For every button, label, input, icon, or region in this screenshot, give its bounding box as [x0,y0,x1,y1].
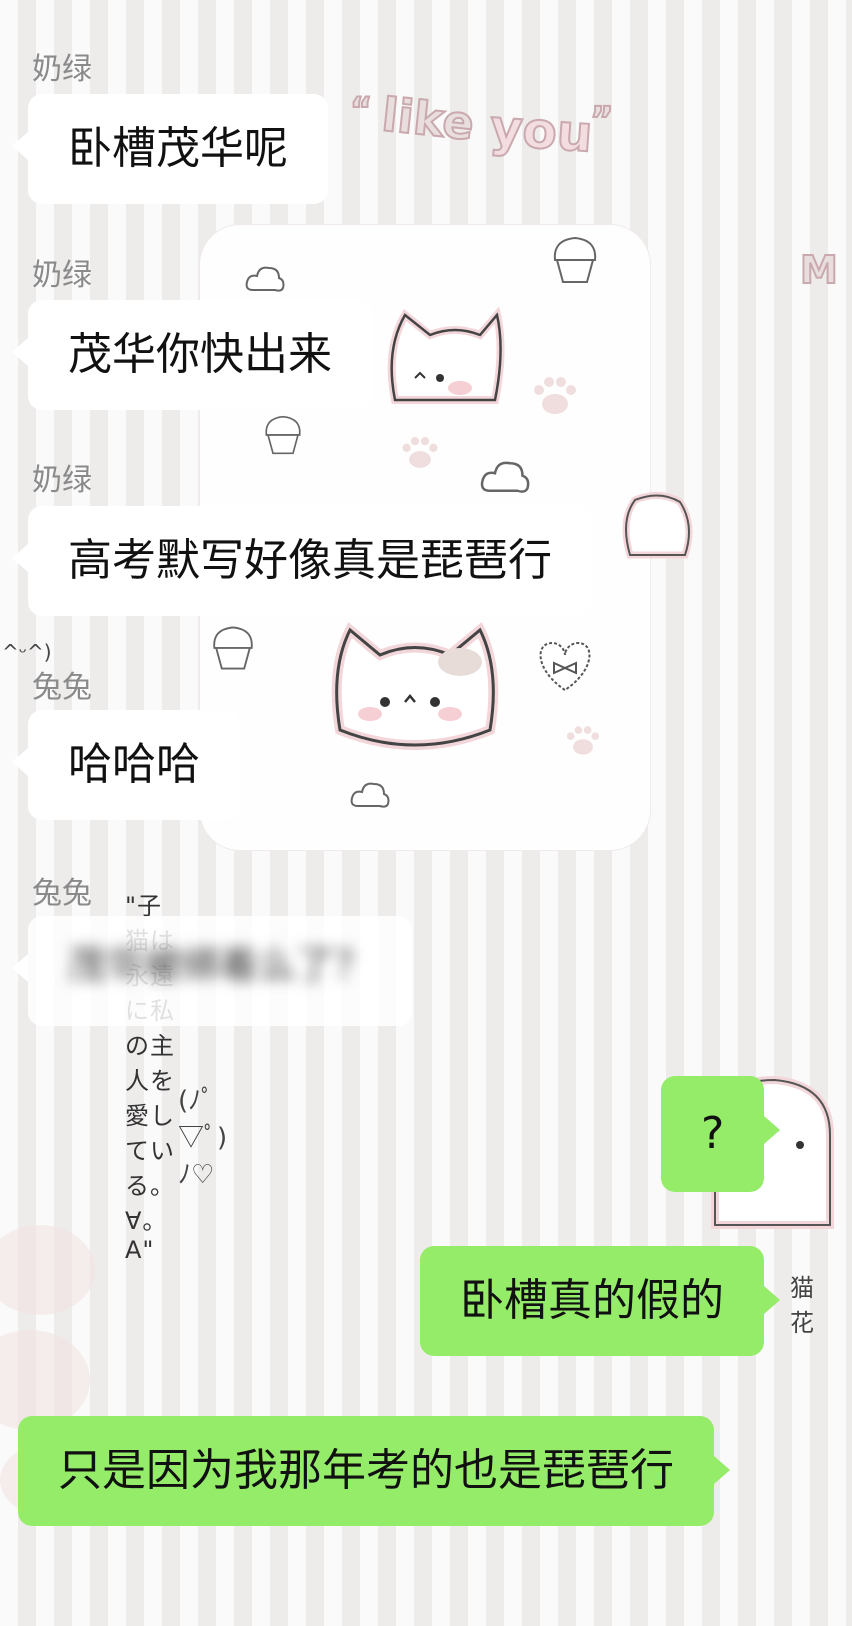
outgoing-message-bubble[interactable]: 只是因为我那年考的也是琵琶行 [18,1416,730,1526]
cat-outline-right-icon [622,492,693,559]
incoming-message-bubble[interactable]: 高考默写好像真是琵琶行 [12,506,592,616]
message-text: 卧槽茂华呢 [68,123,288,174]
message-text: 茂华你快出来 [68,329,332,380]
message-text: 只是因为我那年考的也是琵琶行 [58,1445,674,1496]
heart-bow-icon [539,641,591,692]
incoming-message-bubble[interactable]: 哈哈哈 [12,710,240,820]
cloud-icon-3 [480,461,530,493]
wallpaper-text-m: M [799,247,839,293]
cloud-icon-2 [350,782,390,808]
sender-name: 兔兔 [32,670,92,705]
wallpaper-quote-mark-close: ” [589,99,615,142]
message-text: 高考默写好像真是琵琶行 [68,535,552,586]
wallpaper-kaomoji: (ﾉﾟ▽ﾟ)ﾉ♡ [178,1086,228,1190]
wallpaper-text-fragment: 猫花 [790,1274,814,1337]
outgoing-message-bubble[interactable]: ? [661,1076,781,1192]
message-text: 卧槽真的假的 [460,1275,724,1326]
paw-print-icon-3 [566,726,600,755]
outgoing-message-bubble[interactable]: 卧槽真的假的 [420,1246,780,1356]
message-text: ? [701,1108,725,1159]
message-text-blurred: 茂华被绑着么了？ [68,943,373,987]
paw-print-icon-2 [402,437,438,468]
incoming-message-bubble[interactable]: 卧槽茂华呢 [12,94,328,204]
cat-face-small-icon [387,306,505,404]
incoming-message-bubble-blurred[interactable]: 茂华被绑着么了？ [11,916,413,1026]
wallpaper-kaomoji-left: ^ᵕ^) [2,640,52,664]
incoming-message-bubble[interactable]: 茂华你快出来 [12,300,372,410]
sender-name: 兔兔 [32,876,92,911]
sender-name: 奶绿 [32,258,92,293]
cupcake-icon [553,236,597,283]
cupcake-icon-2 [265,415,301,455]
wallpaper-quote-mark: “ [349,89,373,131]
sender-name: 奶绿 [32,52,92,87]
wallpaper-text-you: you [487,97,595,164]
cupcake-icon-3 [213,626,253,670]
paw-print-icon [534,377,576,414]
cat-face-icon [331,622,499,750]
wallpaper-text-like: like [378,86,477,151]
message-text: 哈哈哈 [68,739,200,790]
sender-name: 奶绿 [32,463,92,498]
cloud-icon [245,266,285,292]
